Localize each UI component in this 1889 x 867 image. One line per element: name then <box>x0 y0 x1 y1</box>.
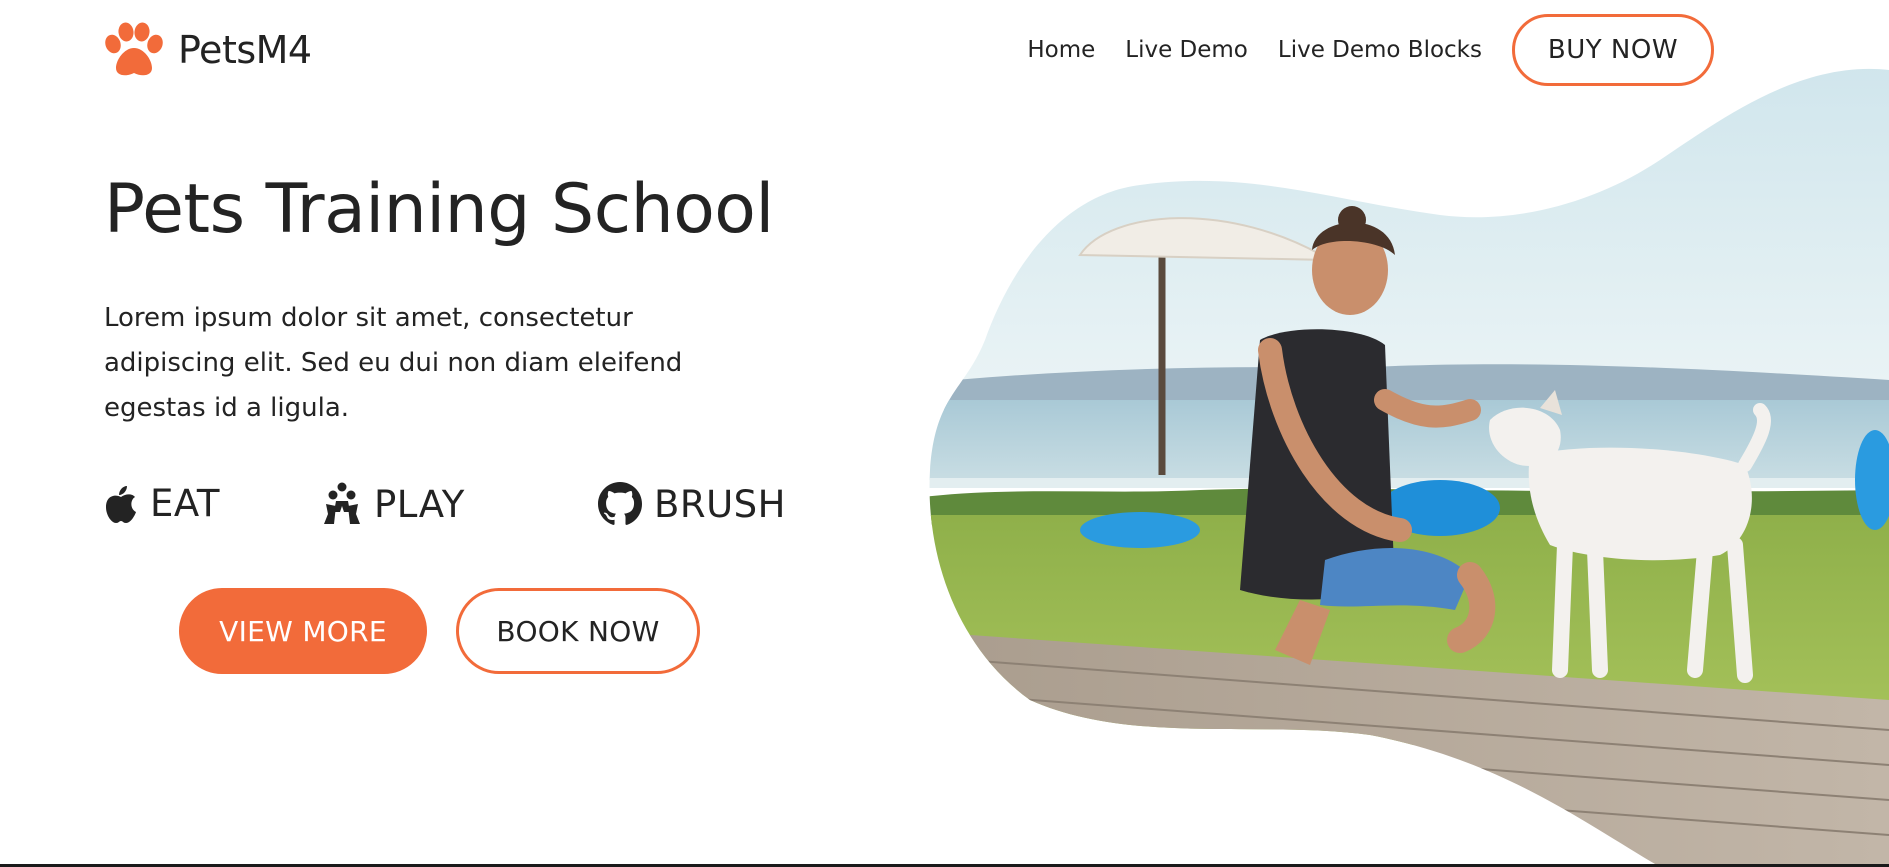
feature-label: EAT <box>150 482 220 525</box>
hero-description: Lorem ipsum dolor sit amet, consectetur … <box>104 303 683 423</box>
buy-now-button[interactable]: BUY NOW <box>1512 14 1714 86</box>
feature-eat: EAT <box>104 482 220 525</box>
brand-name: PetsM4 <box>178 28 312 72</box>
feature-label: PLAY <box>374 482 465 526</box>
nav-item-home[interactable]: Home <box>1027 37 1095 63</box>
play-people-icon <box>322 482 362 526</box>
feature-brush: BRUSH <box>598 482 786 526</box>
view-more-button[interactable]: VIEW MORE <box>179 588 427 674</box>
feature-label: BRUSH <box>654 482 786 526</box>
brand[interactable]: PetsM4 <box>104 22 312 78</box>
feature-list: EAT PLAY BRUSH <box>104 482 804 542</box>
nav-item-live-demo[interactable]: Live Demo <box>1125 37 1248 63</box>
book-now-button[interactable]: BOOK NOW <box>456 588 700 674</box>
landing-page: PetsM4 Home Live Demo Live Demo Blocks B… <box>0 0 1889 867</box>
hero-photo <box>0 0 1889 867</box>
hero-title: Pets Training School <box>104 170 774 249</box>
paw-icon <box>104 22 164 78</box>
feature-play: PLAY <box>322 482 465 526</box>
apple-icon <box>104 484 138 524</box>
main-nav: Home Live Demo Live Demo Blocks BUY NOW <box>1027 14 1714 86</box>
nav-item-live-demo-blocks[interactable]: Live Demo Blocks <box>1278 37 1482 63</box>
github-icon <box>598 482 642 526</box>
